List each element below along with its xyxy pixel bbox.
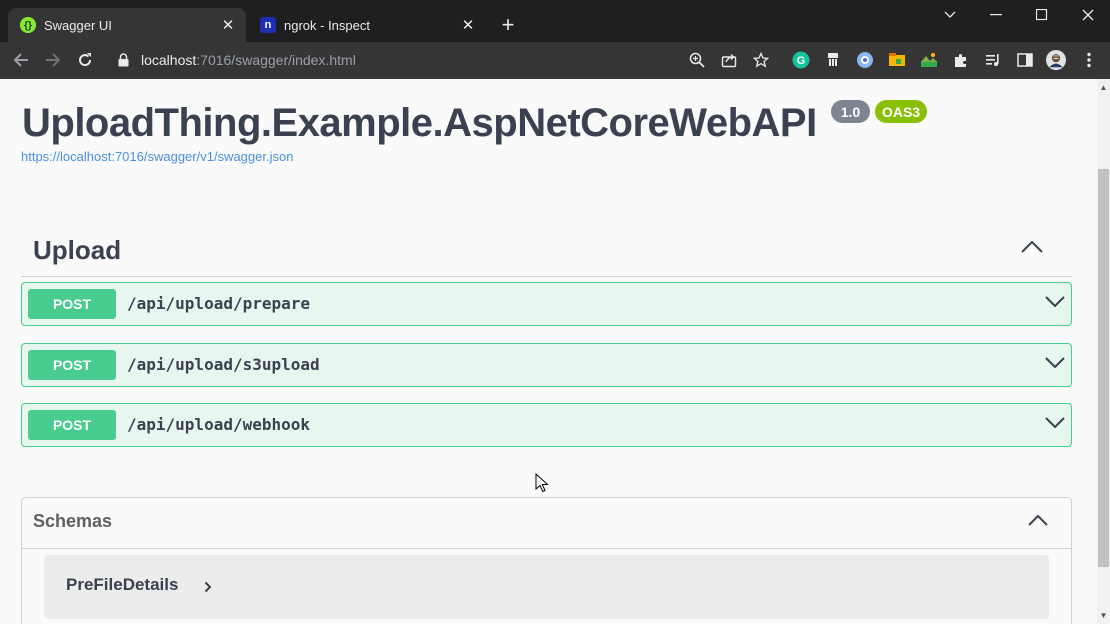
zoom-icon[interactable] (687, 50, 707, 70)
url-host: localhost (141, 52, 197, 68)
back-arrow-icon[interactable] (9, 48, 33, 72)
scroll-up-icon[interactable]: ▲ (1097, 81, 1110, 94)
upload-section-header[interactable]: Upload (21, 226, 1072, 277)
forward-arrow-icon[interactable] (41, 48, 65, 72)
browser-toolbar: localhost:7016/swagger/index.html G (0, 42, 1110, 79)
chevron-up-icon[interactable] (1027, 514, 1049, 532)
model-prefiledetails[interactable]: PreFileDetails (44, 555, 1049, 619)
extension-folder-icon[interactable] (887, 50, 907, 70)
scrollbar-thumb[interactable] (1098, 169, 1109, 567)
operation-post-s3upload[interactable]: POST /api/upload/s3upload (21, 343, 1072, 387)
version-badge: 1.0 (831, 100, 870, 123)
model-name: PreFileDetails (66, 575, 179, 594)
chevron-down-icon[interactable] (1045, 295, 1065, 313)
method-badge: POST (28, 289, 116, 319)
oas-badge: OAS3 (875, 100, 927, 123)
bookmark-star-icon[interactable] (751, 50, 771, 70)
new-tab-icon[interactable]: + (496, 12, 520, 37)
page-title: UploadThing.Example.AspNetCoreWebAPI (22, 101, 817, 145)
operation-path: /api/upload/webhook (127, 415, 311, 434)
extension-landscape-icon[interactable] (919, 50, 939, 70)
tab-search-icon[interactable] (935, 4, 965, 26)
media-queue-icon[interactable] (983, 50, 1003, 70)
browser-tab-strip: {} Swagger UI ✕ n ngrok - Inspect ✕ + (0, 0, 1110, 42)
mouse-cursor-icon (535, 472, 549, 493)
close-icon[interactable]: ✕ (218, 15, 238, 35)
avatar[interactable] (1046, 50, 1066, 70)
extension-circle-icon[interactable] (855, 50, 875, 70)
spec-url-link[interactable]: https://localhost:7016/swagger/v1/swagge… (21, 149, 293, 164)
swagger-page: UploadThing.Example.AspNetCoreWebAPI 1.0… (0, 79, 1097, 624)
operation-post-webhook[interactable]: POST /api/upload/webhook (21, 403, 1072, 447)
reload-icon[interactable] (73, 48, 97, 72)
schemas-section: Schemas PreFileDetails (21, 497, 1072, 624)
more-menu-icon[interactable] (1079, 50, 1099, 70)
tab-title: Swagger UI (44, 17, 112, 33)
puzzle-icon[interactable] (951, 50, 971, 70)
maximize-icon[interactable] (1027, 4, 1057, 26)
operation-path: /api/upload/s3upload (127, 355, 320, 374)
chevron-down-icon[interactable] (1045, 416, 1065, 434)
extension-icon[interactable] (823, 50, 843, 70)
share-icon[interactable] (719, 50, 739, 70)
schemas-title: Schemas (33, 511, 113, 531)
page-scrollbar[interactable]: ▲ ▼ (1097, 79, 1110, 624)
section-title: Upload (33, 235, 122, 265)
chevron-up-icon[interactable] (1020, 240, 1044, 260)
method-badge: POST (28, 350, 116, 380)
url-path: :7016/swagger/index.html (196, 52, 356, 68)
tab-title: ngrok - Inspect (284, 17, 370, 33)
side-panel-icon[interactable] (1015, 50, 1035, 70)
scroll-down-icon[interactable]: ▼ (1097, 609, 1110, 622)
swagger-icon: {} (20, 17, 36, 33)
svg-text:G: G (797, 55, 806, 67)
address-bar[interactable]: localhost:7016/swagger/index.html (141, 52, 356, 68)
method-badge: POST (28, 410, 116, 440)
ngrok-icon: n (260, 17, 276, 33)
schemas-header[interactable]: Schemas (22, 498, 1071, 549)
lock-icon[interactable] (118, 53, 129, 67)
window-close-icon[interactable] (1073, 4, 1103, 26)
operation-path: /api/upload/prepare (127, 294, 311, 313)
tab-swagger-ui[interactable]: {} Swagger UI ✕ (8, 8, 246, 42)
chevron-right-icon[interactable] (204, 580, 214, 594)
svg-text:{}: {} (24, 21, 32, 32)
tab-ngrok-inspect[interactable]: n ngrok - Inspect ✕ (248, 8, 486, 42)
chevron-down-icon[interactable] (1045, 356, 1065, 374)
minimize-icon[interactable] (981, 4, 1011, 26)
grammarly-icon[interactable]: G (791, 50, 811, 70)
close-icon[interactable]: ✕ (458, 15, 478, 35)
operation-post-prepare[interactable]: POST /api/upload/prepare (21, 282, 1072, 326)
